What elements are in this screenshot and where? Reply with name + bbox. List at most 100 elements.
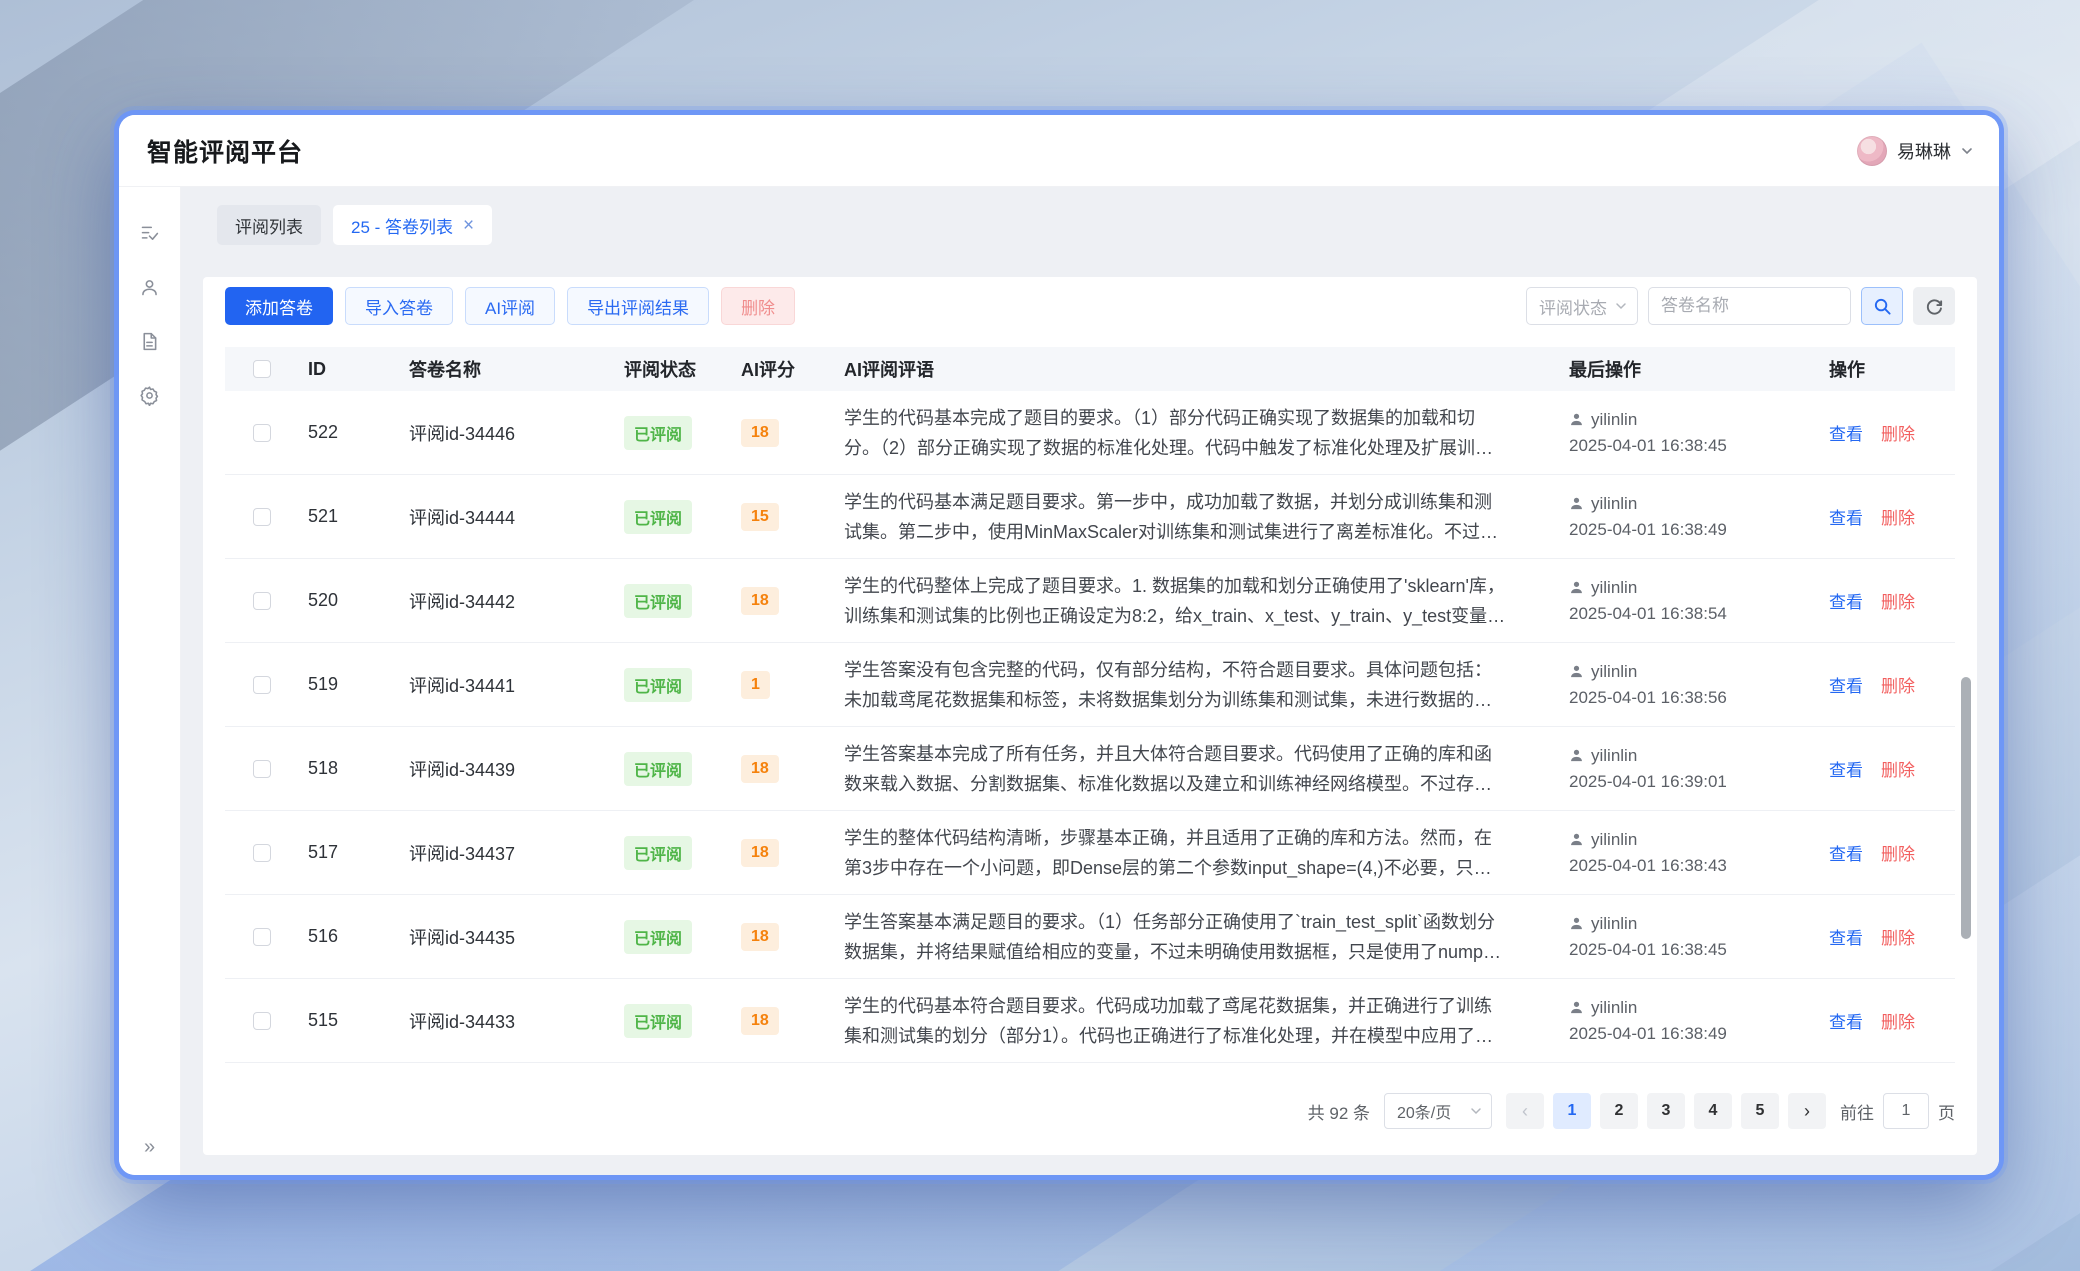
view-link[interactable]: 查看: [1829, 425, 1863, 444]
operator-name: yilinlin: [1591, 746, 1637, 766]
delete-link[interactable]: 删除: [1881, 845, 1915, 864]
operator-name: yilinlin: [1591, 578, 1637, 598]
cell-last-operation: yilinlin 2025-04-01 16:38:56: [1549, 662, 1806, 708]
view-link[interactable]: 查看: [1829, 677, 1863, 696]
view-link[interactable]: 查看: [1829, 761, 1863, 780]
goto-page-input[interactable]: [1883, 1093, 1929, 1129]
sidebar-item-users[interactable]: [130, 267, 170, 307]
row-checkbox[interactable]: [253, 592, 271, 610]
cell-id: 517: [289, 842, 389, 863]
filter-bar: 评阅状态: [1526, 287, 1955, 325]
ai-review-button[interactable]: AI评阅: [465, 287, 555, 325]
delete-link[interactable]: 删除: [1881, 677, 1915, 696]
prev-page-button[interactable]: ‹: [1506, 1093, 1544, 1129]
person-icon: [1569, 664, 1584, 679]
page-button-5[interactable]: 5: [1741, 1093, 1779, 1129]
view-link[interactable]: 查看: [1829, 1013, 1863, 1032]
document-icon: [139, 331, 160, 352]
refresh-button[interactable]: [1913, 287, 1955, 325]
table-row: 521 评阅id-34444 已评阅 15 学生的代码基本满足题目要求。第一步中…: [225, 475, 1955, 559]
status-badge: 已评阅: [624, 668, 692, 702]
page-button-4[interactable]: 4: [1694, 1093, 1732, 1129]
delete-link[interactable]: 删除: [1881, 425, 1915, 444]
cell-answer-name: 评阅id-34442: [389, 588, 604, 614]
column-header-status: 评阅状态: [604, 356, 721, 382]
row-checkbox[interactable]: [253, 928, 271, 946]
sidebar-item-settings[interactable]: [130, 375, 170, 415]
operation-time: 2025-04-01 16:38:54: [1569, 604, 1806, 624]
cell-last-operation: yilinlin 2025-04-01 16:38:49: [1549, 494, 1806, 540]
tab-review-list[interactable]: 评阅列表: [217, 205, 321, 245]
delete-link[interactable]: 删除: [1881, 1013, 1915, 1032]
column-header-last-operation: 最后操作: [1549, 356, 1806, 382]
add-answer-button[interactable]: 添加答卷: [225, 287, 333, 325]
close-icon[interactable]: ×: [463, 216, 474, 235]
answer-name-input[interactable]: [1648, 287, 1851, 325]
cell-ai-comment: 学生的整体代码结构清晰，步骤基本正确，并且适用了正确的库和方法。然而，在第3步中…: [844, 823, 1506, 883]
operator-name: yilinlin: [1591, 998, 1637, 1018]
sidebar-collapse-icon[interactable]: »: [144, 1136, 155, 1159]
score-badge: 18: [741, 419, 779, 447]
view-link[interactable]: 查看: [1829, 593, 1863, 612]
delete-link[interactable]: 删除: [1881, 929, 1915, 948]
row-checkbox[interactable]: [253, 424, 271, 442]
cell-id: 520: [289, 590, 389, 611]
row-checkbox[interactable]: [253, 1012, 271, 1030]
cell-answer-name: 评阅id-34439: [389, 756, 604, 782]
cell-last-operation: yilinlin 2025-04-01 16:38:54: [1549, 578, 1806, 624]
page-button-2[interactable]: 2: [1600, 1093, 1638, 1129]
delete-link[interactable]: 删除: [1881, 509, 1915, 528]
select-placeholder: 评阅状态: [1539, 294, 1607, 319]
person-icon: [1569, 1000, 1584, 1015]
import-answer-button[interactable]: 导入答卷: [345, 287, 453, 325]
sidebar-item-documents[interactable]: [130, 321, 170, 361]
table-row: 519 评阅id-34441 已评阅 1 学生答案没有包含完整的代码，仅有部分结…: [225, 643, 1955, 727]
cell-answer-name: 评阅id-34435: [389, 924, 604, 950]
tab-bar: 评阅列表 25 - 答卷列表 ×: [217, 205, 1977, 245]
operator-name: yilinlin: [1591, 914, 1637, 934]
tab-answer-sheet-list[interactable]: 25 - 答卷列表 ×: [333, 205, 492, 245]
delete-button[interactable]: 删除: [721, 287, 795, 325]
scrollbar-thumb[interactable]: [1961, 677, 1971, 939]
operator-name: yilinlin: [1591, 410, 1637, 430]
cell-ai-comment: 学生的代码基本满足题目要求。第一步中，成功加载了数据，并划分成训练集和测试集。第…: [844, 487, 1506, 547]
review-status-select[interactable]: 评阅状态: [1526, 287, 1638, 325]
status-badge: 已评阅: [624, 752, 692, 786]
desktop-background: 智能评阅平台 易琳琳: [0, 0, 2080, 1271]
column-header-comment: AI评阅评语: [824, 356, 1549, 382]
delete-link[interactable]: 删除: [1881, 761, 1915, 780]
row-checkbox[interactable]: [253, 676, 271, 694]
cell-answer-name: 评阅id-34437: [389, 840, 604, 866]
view-link[interactable]: 查看: [1829, 845, 1863, 864]
page-button-1[interactable]: 1: [1553, 1093, 1591, 1129]
select-all-checkbox[interactable]: [253, 360, 271, 378]
tab-label: 评阅列表: [235, 213, 303, 238]
page-unit-label: 页: [1938, 1099, 1955, 1124]
sidebar-item-review-tasks[interactable]: [130, 213, 170, 253]
avatar[interactable]: [1857, 136, 1887, 166]
chevron-down-icon: [1961, 145, 1973, 157]
cell-id: 518: [289, 758, 389, 779]
row-checkbox[interactable]: [253, 760, 271, 778]
view-link[interactable]: 查看: [1829, 929, 1863, 948]
person-icon: [1569, 916, 1584, 931]
operator-name: yilinlin: [1591, 494, 1637, 514]
delete-link[interactable]: 删除: [1881, 593, 1915, 612]
pagination: 共 92 条 20条/页 ‹ 12345› 前往: [225, 1091, 1955, 1131]
page-button-3[interactable]: 3: [1647, 1093, 1685, 1129]
operation-time: 2025-04-01 16:38:43: [1569, 856, 1806, 876]
export-results-button[interactable]: 导出评阅结果: [567, 287, 709, 325]
operation-time: 2025-04-01 16:38:56: [1569, 688, 1806, 708]
table-scrollbar[interactable]: [1961, 677, 1971, 1175]
score-badge: 18: [741, 923, 779, 951]
column-header-score: AI评分: [721, 356, 824, 382]
row-checkbox[interactable]: [253, 844, 271, 862]
row-checkbox[interactable]: [253, 508, 271, 526]
chevron-down-icon: [1615, 300, 1627, 312]
view-link[interactable]: 查看: [1829, 509, 1863, 528]
user-menu[interactable]: 易琳琳: [1857, 136, 1973, 166]
page-size-select[interactable]: 20条/页: [1384, 1093, 1492, 1129]
search-button[interactable]: [1861, 287, 1903, 325]
table-row: 518 评阅id-34439 已评阅 18 学生答案基本完成了所有任务，并且大体…: [225, 727, 1955, 811]
next-page-button[interactable]: ›: [1788, 1093, 1826, 1129]
